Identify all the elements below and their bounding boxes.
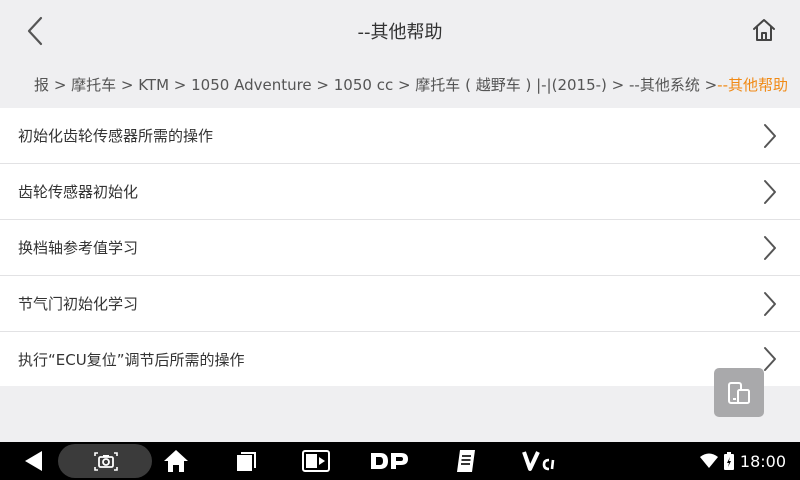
home-icon	[753, 19, 775, 41]
nav-back-button[interactable]	[14, 442, 54, 480]
list-item[interactable]: 齿轮传感器初始化	[0, 164, 800, 220]
function-list: 初始化齿轮传感器所需的操作 齿轮传感器初始化 换档轴参考值学习 节气门初始化学习…	[0, 108, 800, 386]
breadcrumb-current: --其他帮助	[717, 76, 788, 94]
home-button[interactable]	[748, 14, 780, 46]
battery-icon	[723, 452, 734, 470]
list-item-label: 齿轮传感器初始化	[18, 183, 139, 201]
list-item[interactable]: 换档轴参考值学习	[0, 220, 800, 276]
manual-button[interactable]	[446, 442, 486, 480]
vci-display-icon	[302, 450, 330, 472]
screen-switch-icon	[728, 381, 750, 404]
screen-switch-button[interactable]	[714, 368, 764, 417]
chevron-left-icon	[27, 16, 43, 46]
chevron-right-icon	[764, 291, 776, 316]
dp-icon	[371, 453, 408, 469]
status-clock: 18:00	[739, 451, 786, 471]
page-title: --其他帮助	[357, 22, 443, 43]
list-item-label: 初始化齿轮传感器所需的操作	[18, 127, 214, 145]
vci-button[interactable]	[518, 442, 562, 480]
list-item-label: 执行“ECU复位”调节后所需的操作	[18, 350, 245, 369]
top-bar: --其他帮助	[0, 0, 800, 62]
list-item[interactable]: 节气门初始化学习	[0, 276, 800, 332]
screenshot-button[interactable]	[86, 442, 126, 480]
back-triangle-icon	[25, 451, 42, 471]
chevron-right-icon	[764, 347, 776, 371]
manual-icon	[457, 450, 475, 472]
chevron-right-icon	[764, 123, 776, 148]
dp-button[interactable]	[366, 442, 414, 480]
back-button[interactable]	[18, 12, 52, 50]
list-item[interactable]: 执行“ECU复位”调节后所需的操作	[0, 332, 800, 386]
breadcrumb: 报 > 摩托车 > KTM > 1050 Adventure > 1050 cc…	[16, 74, 788, 96]
chevron-right-icon	[764, 179, 776, 204]
home-icon	[164, 450, 188, 472]
recent-apps-icon	[237, 452, 256, 471]
recent-apps-button[interactable]	[226, 442, 266, 480]
list-item-label: 节气门初始化学习	[18, 295, 139, 313]
breadcrumb-path[interactable]: 报 > 摩托车 > KTM > 1050 Adventure > 1050 cc…	[34, 74, 717, 96]
list-item[interactable]: 初始化齿轮传感器所需的操作	[0, 108, 800, 164]
system-nav-bar: 18:00	[0, 442, 800, 480]
chevron-right-icon	[764, 235, 776, 260]
vci-icon	[522, 451, 555, 471]
list-item-label: 换档轴参考值学习	[18, 239, 139, 257]
vci-display-button[interactable]	[294, 442, 338, 480]
screenshot-icon	[94, 452, 118, 471]
wifi-icon	[699, 453, 718, 468]
nav-home-button[interactable]	[156, 442, 196, 480]
status-area: 18:00	[699, 442, 786, 480]
